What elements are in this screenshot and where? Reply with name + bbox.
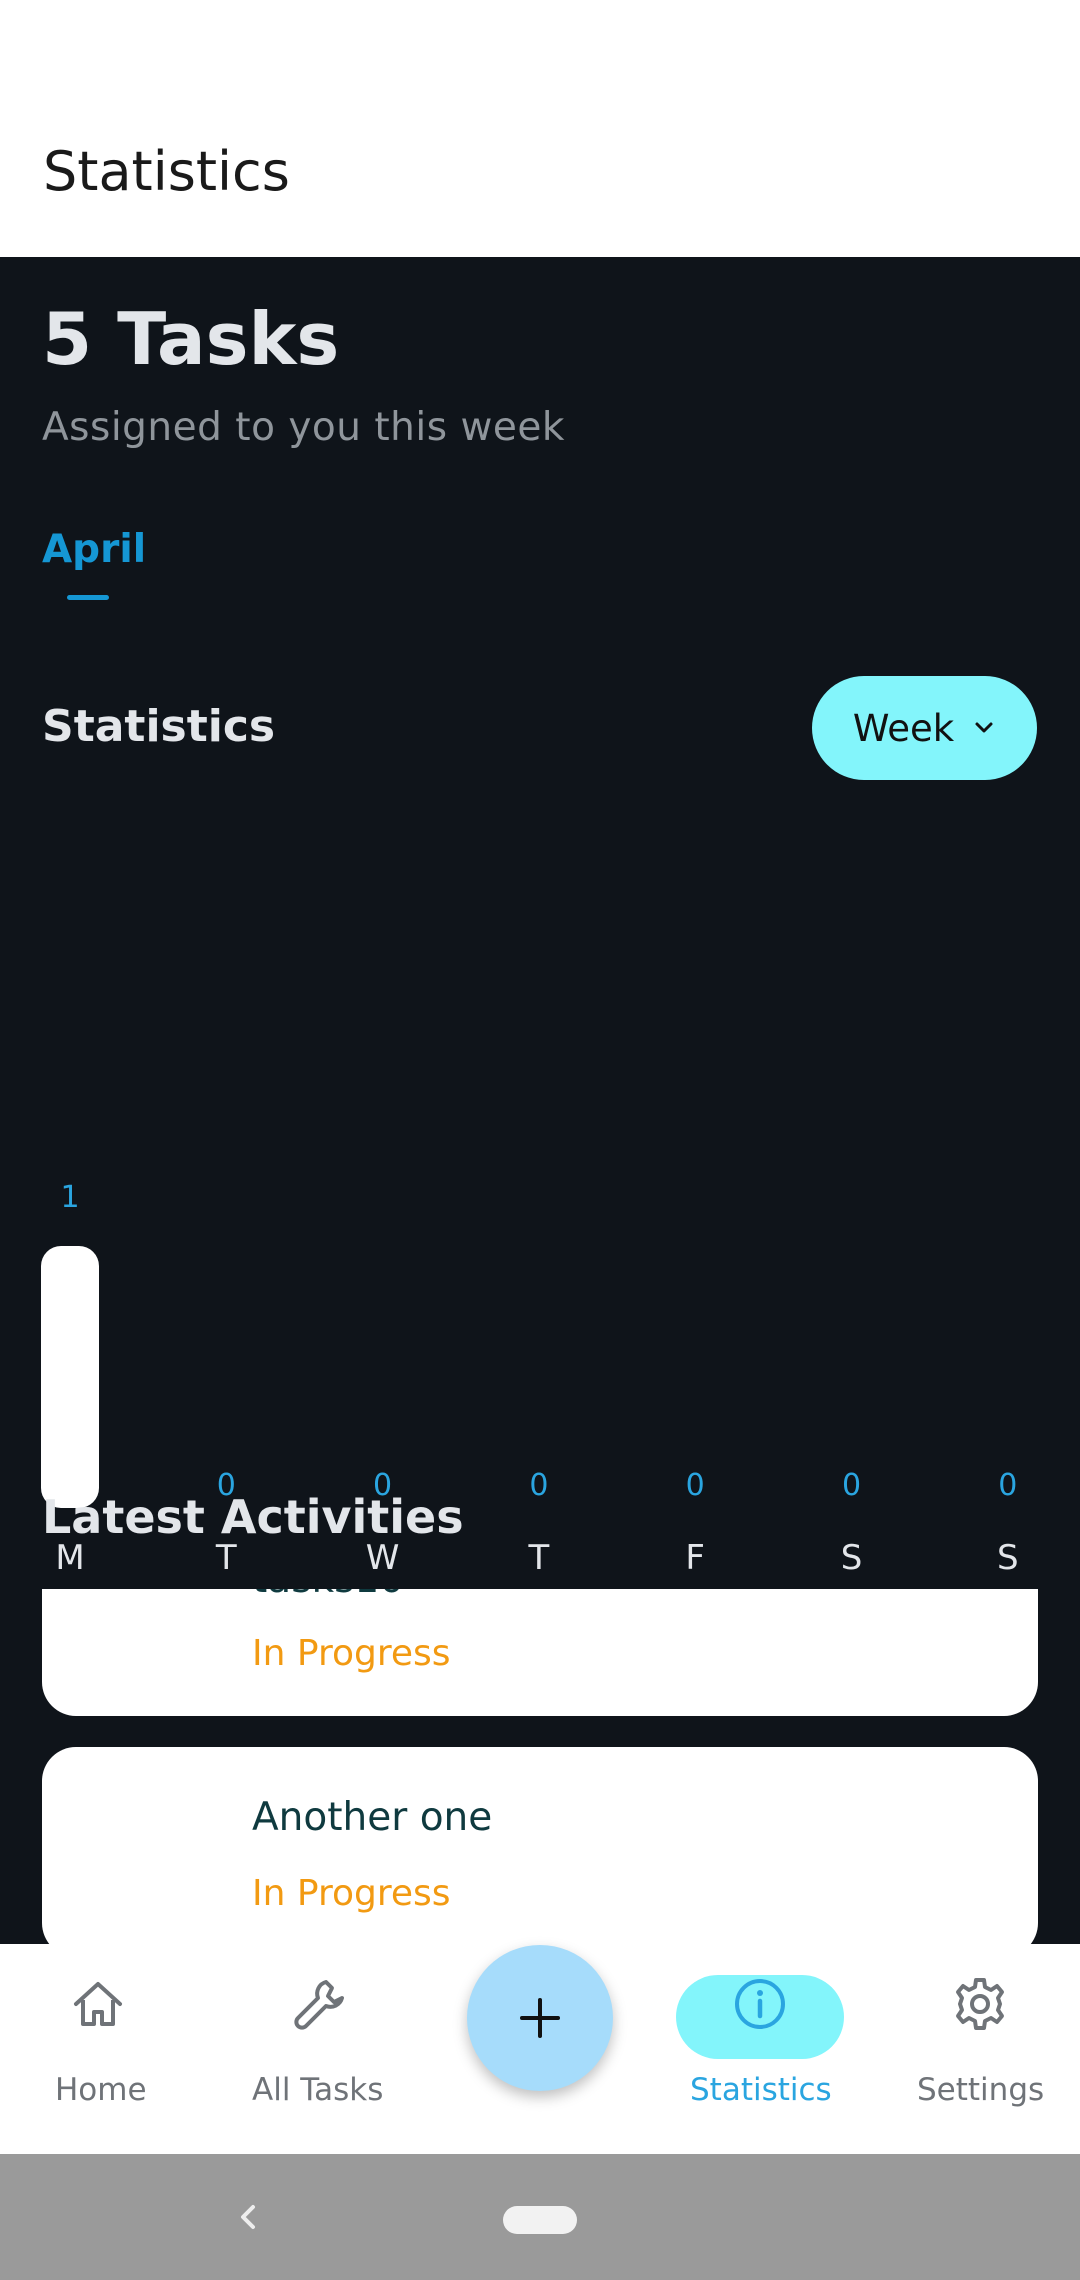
system-home-pill[interactable] <box>503 2206 577 2234</box>
activity-title: tasks10 <box>252 1589 404 1602</box>
task-count-subtitle: Assigned to you this week <box>42 405 565 450</box>
nav-label-settings: Settings <box>917 2072 1045 2108</box>
chart-column: 0F <box>645 897 745 1597</box>
chart-column: 0S <box>958 897 1058 1597</box>
day-axis-label: S <box>997 1538 1019 1578</box>
task-count-heading: 5 Tasks <box>42 297 340 381</box>
range-dropdown[interactable]: Week <box>812 676 1037 780</box>
activity-status: In Progress <box>252 1633 451 1674</box>
day-axis-label: M <box>55 1538 85 1578</box>
statistics-heading: Statistics <box>42 701 276 752</box>
latest-activities-heading: Latest Activities <box>42 1490 464 1544</box>
activity-status: In Progress <box>252 1873 451 1914</box>
nav-item-home[interactable]: Home <box>48 1944 148 2154</box>
day-axis-label: F <box>685 1538 705 1578</box>
nav-label-home: Home <box>55 2072 147 2108</box>
chart-column: 0S <box>802 897 902 1597</box>
day-axis-label: W <box>365 1538 400 1578</box>
range-dropdown-label: Week <box>852 706 955 750</box>
bar-value-label: 0 <box>998 1468 1018 1503</box>
wrench-icon <box>294 1980 344 2030</box>
back-chevron-icon[interactable] <box>228 2197 268 2237</box>
day-axis-label: T <box>528 1538 550 1578</box>
gear-icon <box>956 1978 1004 2030</box>
home-icon <box>74 1982 122 2026</box>
nav-label-statistics: Statistics <box>690 2072 832 2108</box>
chart-bar <box>41 1246 99 1508</box>
nav-label-all-tasks: All Tasks <box>252 2072 384 2108</box>
activity-card[interactable]: Another one In Progress <box>42 1747 1038 1944</box>
activity-title: Another one <box>252 1795 493 1840</box>
chart-column: 0T <box>489 897 589 1597</box>
info-icon <box>735 1979 785 2029</box>
tab-april[interactable]: April <box>42 527 146 572</box>
nav-item-statistics[interactable]: Statistics <box>676 1944 844 2154</box>
day-axis-label: T <box>215 1538 237 1578</box>
nav-item-settings[interactable]: Settings <box>916 1944 1044 2154</box>
plus-icon <box>520 1998 560 2038</box>
day-axis-label: S <box>840 1538 863 1578</box>
main-content[interactable]: 5 Tasks Assigned to you this week April … <box>0 257 1080 1944</box>
chevron-down-icon <box>975 722 993 733</box>
add-task-button[interactable] <box>467 1945 613 2091</box>
activity-list[interactable]: tasks10 In Progress Another one In Progr… <box>0 1589 1080 1944</box>
bar-value-label: 0 <box>685 1468 705 1503</box>
nav-item-all-tasks[interactable]: All Tasks <box>250 1944 390 2154</box>
activity-card[interactable]: tasks10 In Progress <box>42 1589 1038 1716</box>
page-title: Statistics <box>43 140 290 203</box>
tab-indicator <box>67 595 109 600</box>
bar-value-label: 1 <box>60 1180 80 1215</box>
bar-value-label: 0 <box>841 1468 862 1503</box>
bar-value-label: 0 <box>529 1468 549 1503</box>
app-bar: Statistics <box>0 0 1080 257</box>
